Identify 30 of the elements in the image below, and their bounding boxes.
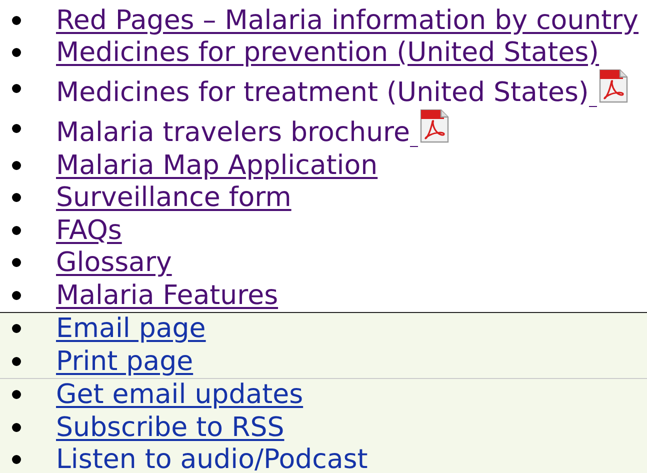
link[interactable]: Surveillance form xyxy=(56,183,292,212)
link[interactable]: Subscribe to RSS xyxy=(56,412,284,442)
bullet-icon xyxy=(12,390,21,400)
bullet-icon xyxy=(12,356,21,366)
bullet-icon xyxy=(12,16,21,25)
link[interactable]: Red Pages – Malaria information by country xyxy=(56,6,639,35)
bullet-icon xyxy=(12,124,21,132)
bullet-icon xyxy=(12,160,21,170)
link[interactable]: Email page xyxy=(56,314,206,344)
bullet-icon xyxy=(12,193,21,202)
link[interactable]: Malaria travelers brochure xyxy=(56,118,410,147)
link[interactable]: Malaria Map Application xyxy=(56,150,378,180)
bullet-icon xyxy=(12,84,21,92)
bullet-icon xyxy=(12,455,21,464)
link[interactable]: Get email updates xyxy=(56,380,304,410)
link[interactable]: Medicines for treatment (United States) xyxy=(56,78,589,107)
bullet-icon xyxy=(12,324,21,334)
bullet-icon xyxy=(12,422,21,432)
link[interactable]: Medicines for prevention (United States) xyxy=(56,38,600,68)
link[interactable]: Glossary xyxy=(56,248,172,278)
link[interactable]: Print page xyxy=(56,346,194,376)
bullet-icon xyxy=(12,226,21,235)
bullet-icon xyxy=(12,258,21,268)
link[interactable]: Malaria Features xyxy=(56,280,278,310)
bullet-icon xyxy=(12,48,21,58)
link[interactable]: Listen to audio/Podcast xyxy=(56,445,368,473)
link[interactable]: FAQs xyxy=(56,216,122,245)
pdf-icon[interactable] xyxy=(596,69,629,103)
pdf-icon[interactable] xyxy=(418,109,450,143)
bullet-icon xyxy=(12,290,21,300)
